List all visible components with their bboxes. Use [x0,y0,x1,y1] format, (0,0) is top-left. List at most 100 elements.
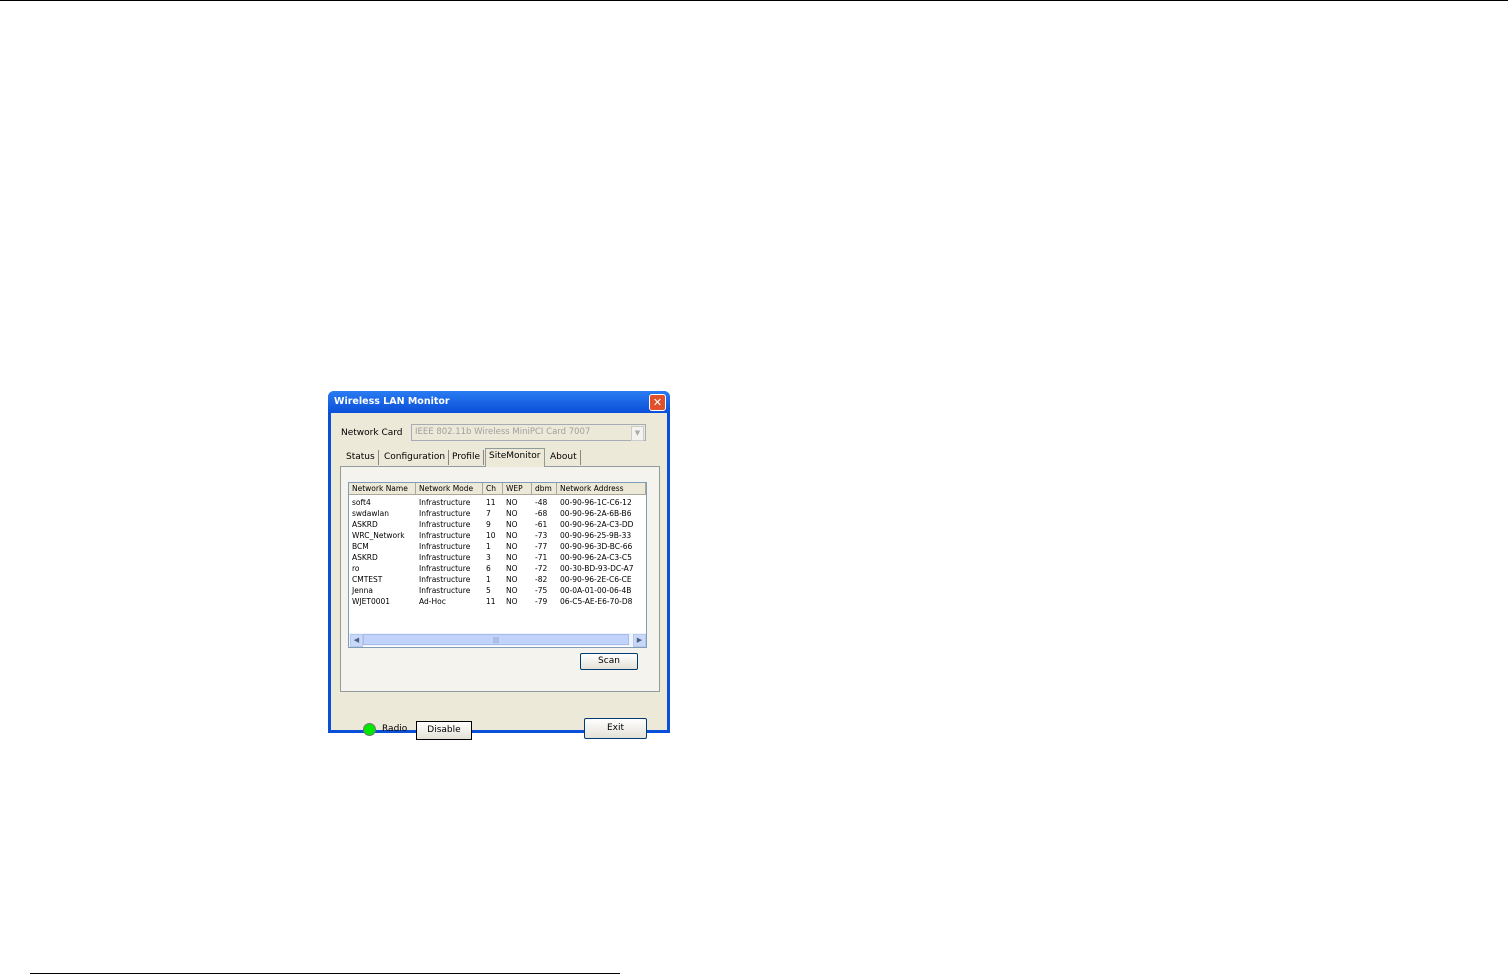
table-cell: 00-30-BD-93-DC-A7 [560,564,634,573]
table-cell: Infrastructure [419,553,471,562]
wireless-lan-monitor-window: Wireless LAN Monitor ✕ Network Card IEEE… [328,391,670,740]
table-cell: 00-90-96-3D-BC-66 [560,542,633,551]
table-cell: -73 [535,531,548,540]
table-cell: 3 [486,553,491,562]
table-cell: 00-90-96-2A-C3-C5 [560,553,632,562]
table-cell: -75 [535,586,548,595]
column-header[interactable]: Ch [483,483,503,495]
table-cell: swdawlan [352,509,389,518]
radio-status-led [363,723,376,736]
table-cell: Infrastructure [419,531,471,540]
scroll-right-icon[interactable]: ▶ [633,634,646,647]
table-cell: -68 [535,509,548,518]
table-cell: 1 [486,542,491,551]
table-cell: 00-90-96-2A-6B-B6 [560,509,632,518]
network-card-label: Network Card [341,428,403,438]
table-cell: -77 [535,542,548,551]
tab-configuration[interactable]: Configuration [381,450,450,465]
table-cell: Ad-Hoc [419,597,446,606]
table-row[interactable]: ASKRD Infrastructure 9 NO -61 00-90-96-2A-C3-… [349,519,646,530]
radio-label: Radio [382,724,408,734]
chevron-down-icon[interactable]: ▼ [631,426,644,441]
table-row[interactable]: ASKRD Infrastructure 3 NO -71 00-90-96-2A-C3-… [349,552,646,563]
table-cell: NO [506,531,518,540]
window-client: Network Card IEEE 802.11b Wireless MiniP… [331,413,667,740]
tab-profile[interactable]: Profile [449,450,484,465]
disable-button[interactable]: Disable [416,721,472,740]
horizontal-scrollbar[interactable]: ◀ ||| ▶ [349,633,646,647]
table-row[interactable]: WJET0001 Ad-Hoc 11 NO -79 06-C5-AE-E6-70-D8 [349,596,646,607]
table-cell: -48 [535,498,548,507]
title-bar[interactable]: Wireless LAN Monitor ✕ [328,391,670,413]
close-icon[interactable]: ✕ [649,394,666,411]
table-row[interactable]: ro Infrastructure 6 NO -72 00-30-BD-93-DC-A7 [349,563,646,574]
table-cell: NO [506,586,518,595]
table-cell: Infrastructure [419,575,471,584]
scan-button[interactable]: Scan [580,653,638,670]
table-cell: NO [506,542,518,551]
table-cell: 00-90-96-2A-C3-DD [560,520,634,529]
column-header[interactable]: Network Mode [416,483,483,495]
exit-button[interactable]: Exit [584,718,647,739]
table-cell: 9 [486,520,491,529]
table-cell: 11 [486,597,496,606]
table-cell: 10 [486,531,496,540]
table-cell: Infrastructure [419,586,471,595]
table-cell: Infrastructure [419,509,471,518]
table-row[interactable]: Jenna Infrastructure 5 NO -75 00-0A-01-00-06-… [349,585,646,596]
table-cell: -61 [535,520,548,529]
table-cell: ASKRD [352,553,378,562]
table-cell: 00-90-96-2E-C6-CE [560,575,632,584]
table-cell: 5 [486,586,491,595]
table-cell: Infrastructure [419,498,471,507]
scroll-left-icon[interactable]: ◀ [350,634,363,647]
table-cell: NO [506,498,518,507]
column-header[interactable]: WEP [503,483,532,495]
footnote-rule [30,973,620,974]
table-cell: BCM [352,542,369,551]
table-cell: Infrastructure [419,564,471,573]
table-row[interactable]: swdawlan Infrastructure 7 NO -68 00-90-96-2A-… [349,508,646,519]
table-cell: 7 [486,509,491,518]
table-cell: NO [506,553,518,562]
table-cell: 11 [486,498,496,507]
header-rule [0,0,1508,1]
table-cell: Infrastructure [419,520,471,529]
column-header[interactable]: Network Name [349,483,416,495]
table-cell: 06-C5-AE-E6-70-D8 [560,597,633,606]
table-cell: -72 [535,564,548,573]
table-cell: 00-90-96-1C-C6-12 [560,498,632,507]
network-card-value: IEEE 802.11b Wireless MiniPCI Card 7007 [415,427,591,437]
table-cell: 1 [486,575,491,584]
table-row[interactable]: BCM Infrastructure 1 NO -77 00-90-96-3D-BC-66 [349,541,646,552]
table-cell: ro [352,564,360,573]
column-header[interactable]: Network Address [557,483,646,495]
site-list[interactable]: Network Name Network Mode Ch WEP dbm Network … [348,482,647,648]
table-cell: Jenna [352,586,373,595]
table-cell: CMTEST [352,575,383,584]
table-cell: 6 [486,564,491,573]
tab-about[interactable]: About [547,450,581,465]
table-cell: NO [506,509,518,518]
scroll-thumb[interactable]: ||| [363,634,629,645]
table-cell: -82 [535,575,548,584]
table-cell: 00-0A-01-00-06-4B [560,586,632,595]
table-cell: -79 [535,597,548,606]
table-cell: soft4 [352,498,371,507]
table-row[interactable]: CMTEST Infrastructure 1 NO -82 00-90-96-2E-C6… [349,574,646,585]
table-row[interactable]: WRC_Network Infrastructure 10 NO -73 00-90-96… [349,530,646,541]
table-cell: WJET0001 [352,597,391,606]
table-row[interactable]: soft4 Infrastructure 11 NO -48 00-90-96-1C-C6… [349,497,646,508]
table-cell: WRC_Network [352,531,405,540]
table-cell: ASKRD [352,520,378,529]
table-cell: NO [506,564,518,573]
network-card-select[interactable]: IEEE 802.11b Wireless MiniPCI Card 7007 … [411,424,646,441]
table-cell: NO [506,597,518,606]
sitemonitor-panel: Network Name Network Mode Ch WEP dbm Network … [340,466,660,692]
table-cell: Infrastructure [419,542,471,551]
tab-status[interactable]: Status [343,450,379,465]
column-header[interactable]: dbm [532,483,557,495]
tab-sitemonitor[interactable]: SiteMonitor [485,448,545,467]
table-cell: NO [506,520,518,529]
table-cell: -71 [535,553,548,562]
